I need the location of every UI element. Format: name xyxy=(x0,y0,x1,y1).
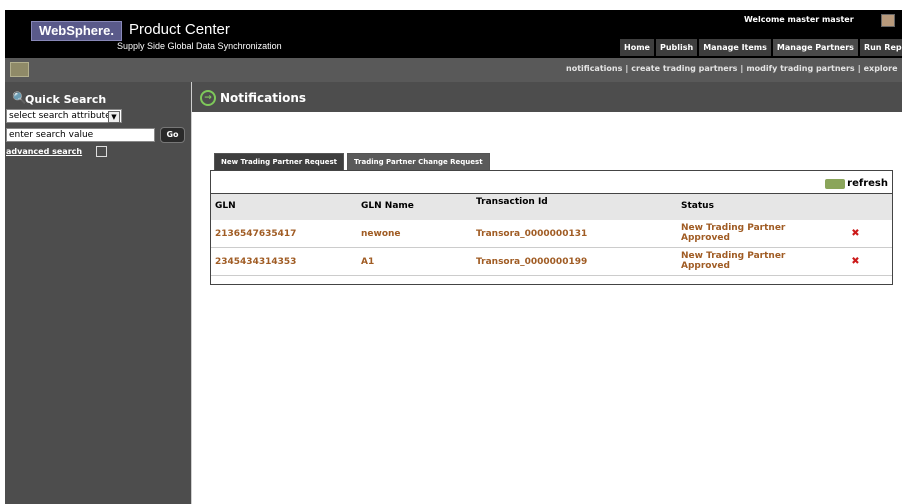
search-attribute-value: select search attribute xyxy=(9,111,111,121)
column-header-gln[interactable]: GLN xyxy=(215,201,236,211)
subnav-link-explore[interactable]: explore xyxy=(864,64,898,73)
separator: | xyxy=(625,64,629,73)
table-row[interactable]: 2136547635417 newone Transora_0000000131… xyxy=(211,220,892,248)
sub-navigation: notifications | create trading partners | mo… xyxy=(5,58,902,82)
subnav-link-create-trading-partners[interactable]: create trading partners xyxy=(631,64,737,73)
main-nav: Home Publish Manage Items Manage Partner… xyxy=(620,39,902,57)
advanced-search-link[interactable]: advanced search xyxy=(6,146,82,158)
sidebar: 🔍 Quick Search select search attribute ▼… xyxy=(5,82,191,504)
subnav-link-modify-trading-partners[interactable]: modify trading partners xyxy=(746,64,854,73)
column-header-gln-name[interactable]: GLN Name xyxy=(361,201,414,211)
page-title: Notifications xyxy=(220,91,307,105)
separator: | xyxy=(740,64,744,73)
go-button[interactable]: Go xyxy=(160,127,185,143)
nav-tab-home[interactable]: Home xyxy=(620,39,654,56)
cell-status: New Trading Partner Approved xyxy=(681,223,786,243)
app-frame: WebSphere. Product Center Supply Side Gl… xyxy=(5,10,902,504)
refresh-button[interactable]: refresh xyxy=(825,178,888,190)
delete-icon[interactable]: ✖ xyxy=(851,229,860,239)
cell-status: New Trading Partner Approved xyxy=(681,251,786,271)
subnav-links: notifications | create trading partners | mo… xyxy=(566,63,898,74)
cell-transaction-id[interactable]: Transora_0000000131 xyxy=(476,229,587,239)
websphere-logo: WebSphere. xyxy=(31,21,122,41)
column-header-transaction-id[interactable]: Transaction Id xyxy=(476,197,566,207)
notifications-panel: refresh GLN GLN Name Transaction Id Stat… xyxy=(210,170,893,285)
nav-tab-publish[interactable]: Publish xyxy=(655,39,698,56)
cell-gln-name[interactable]: A1 xyxy=(361,257,374,267)
search-icon: 🔍 xyxy=(12,91,27,105)
table-row[interactable]: 2345434314353 A1 Transora_0000000199 New… xyxy=(211,248,892,276)
notification-tabs: New Trading Partner Request Trading Part… xyxy=(214,153,490,170)
top-header: WebSphere. Product Center Supply Side Gl… xyxy=(5,10,902,58)
product-title: Product Center xyxy=(129,21,230,38)
refresh-icon xyxy=(825,179,846,189)
tab-trading-partner-change-request[interactable]: Trading Partner Change Request xyxy=(347,153,490,170)
logo-text: WebSphere. xyxy=(39,23,114,38)
cell-transaction-id[interactable]: Transora_0000000199 xyxy=(476,257,587,267)
main-content: → Notifications New Trading Partner Requ… xyxy=(191,82,902,504)
column-header-status[interactable]: Status xyxy=(681,201,714,211)
welcome-text: Welcome master master xyxy=(744,15,854,24)
separator: | xyxy=(857,64,861,73)
delete-icon[interactable]: ✖ xyxy=(851,257,860,267)
product-subtitle: Supply Side Global Data Synchronization xyxy=(117,41,282,51)
table-header: GLN GLN Name Transaction Id Status xyxy=(211,193,892,221)
user-icon[interactable] xyxy=(881,14,895,27)
chevron-down-icon[interactable]: ▼ xyxy=(108,111,120,123)
refresh-label: refresh xyxy=(847,178,888,189)
tab-new-trading-partner-request[interactable]: New Trading Partner Request xyxy=(214,153,345,170)
toolbar-icon[interactable] xyxy=(10,62,29,77)
cell-gln[interactable]: 2136547635417 xyxy=(215,229,296,239)
cell-gln-name[interactable]: newone xyxy=(361,229,401,239)
nav-tab-manage-partners[interactable]: Manage Partners xyxy=(772,39,858,56)
search-input[interactable]: enter search value xyxy=(6,128,155,142)
arrow-right-icon: → xyxy=(200,90,216,106)
subnav-link-notifications[interactable]: notifications xyxy=(566,64,622,73)
cell-gln[interactable]: 2345434314353 xyxy=(215,257,296,267)
nav-tab-run-reports[interactable]: Run Reports xyxy=(859,39,902,56)
quick-search-title: Quick Search xyxy=(25,93,107,106)
popup-icon[interactable] xyxy=(96,146,107,157)
search-attribute-select[interactable]: select search attribute ▼ xyxy=(6,109,122,123)
section-header: → Notifications xyxy=(192,82,902,112)
nav-tab-manage-items[interactable]: Manage Items xyxy=(699,39,771,56)
